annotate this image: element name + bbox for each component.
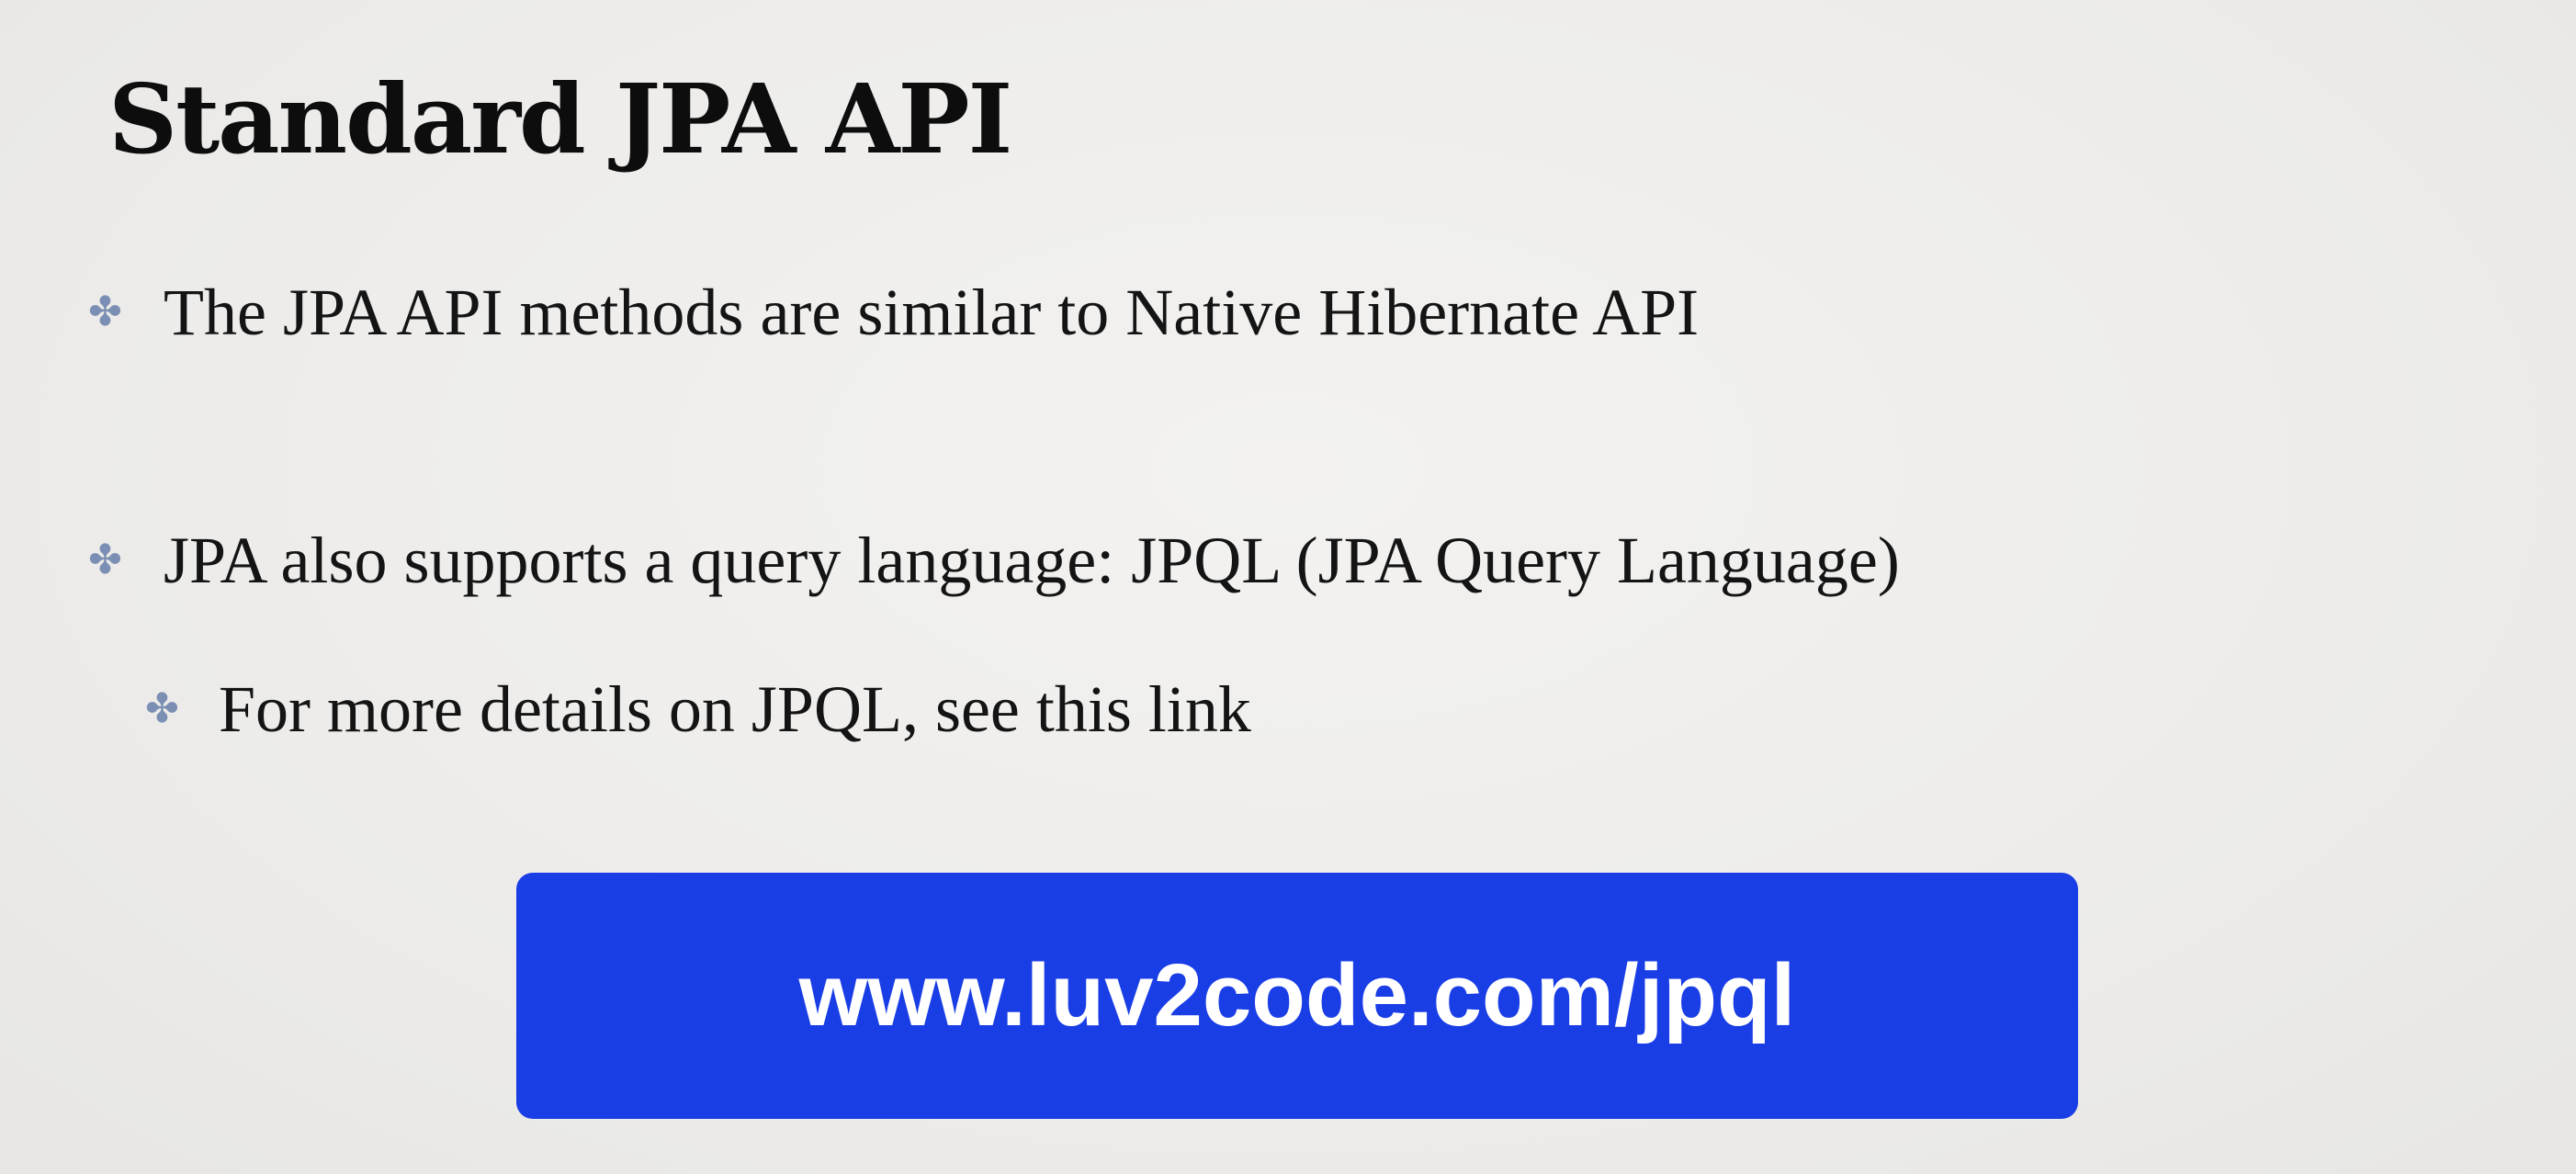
link-label[interactable]: www.luv2code.com/jpql (799, 945, 1796, 1046)
slide-title: Standard JPA API (108, 62, 1012, 175)
jpql-link-button[interactable]: www.luv2code.com/jpql (516, 873, 2078, 1119)
four-point-star-bullet-icon: ✤ (145, 685, 179, 732)
sub-bullet-text: For more details on JPQL, see this link (219, 672, 1251, 746)
bullet-text: JPA also supports a query language: JPQL… (164, 524, 1900, 597)
slide: Standard JPA API ✤ The JPA API methods a… (0, 0, 2576, 1174)
four-point-star-bullet-icon: ✤ (88, 288, 122, 335)
four-point-star-bullet-icon: ✤ (88, 536, 122, 583)
bullet-text: The JPA API methods are similar to Nativ… (164, 276, 1700, 349)
sub-bullet-item: ✤ For more details on JPQL, see this lin… (145, 663, 1251, 755)
bullet-item: ✤ The JPA API methods are similar to Nat… (88, 266, 1699, 358)
bullet-item: ✤ JPA also supports a query language: JP… (88, 514, 1900, 606)
